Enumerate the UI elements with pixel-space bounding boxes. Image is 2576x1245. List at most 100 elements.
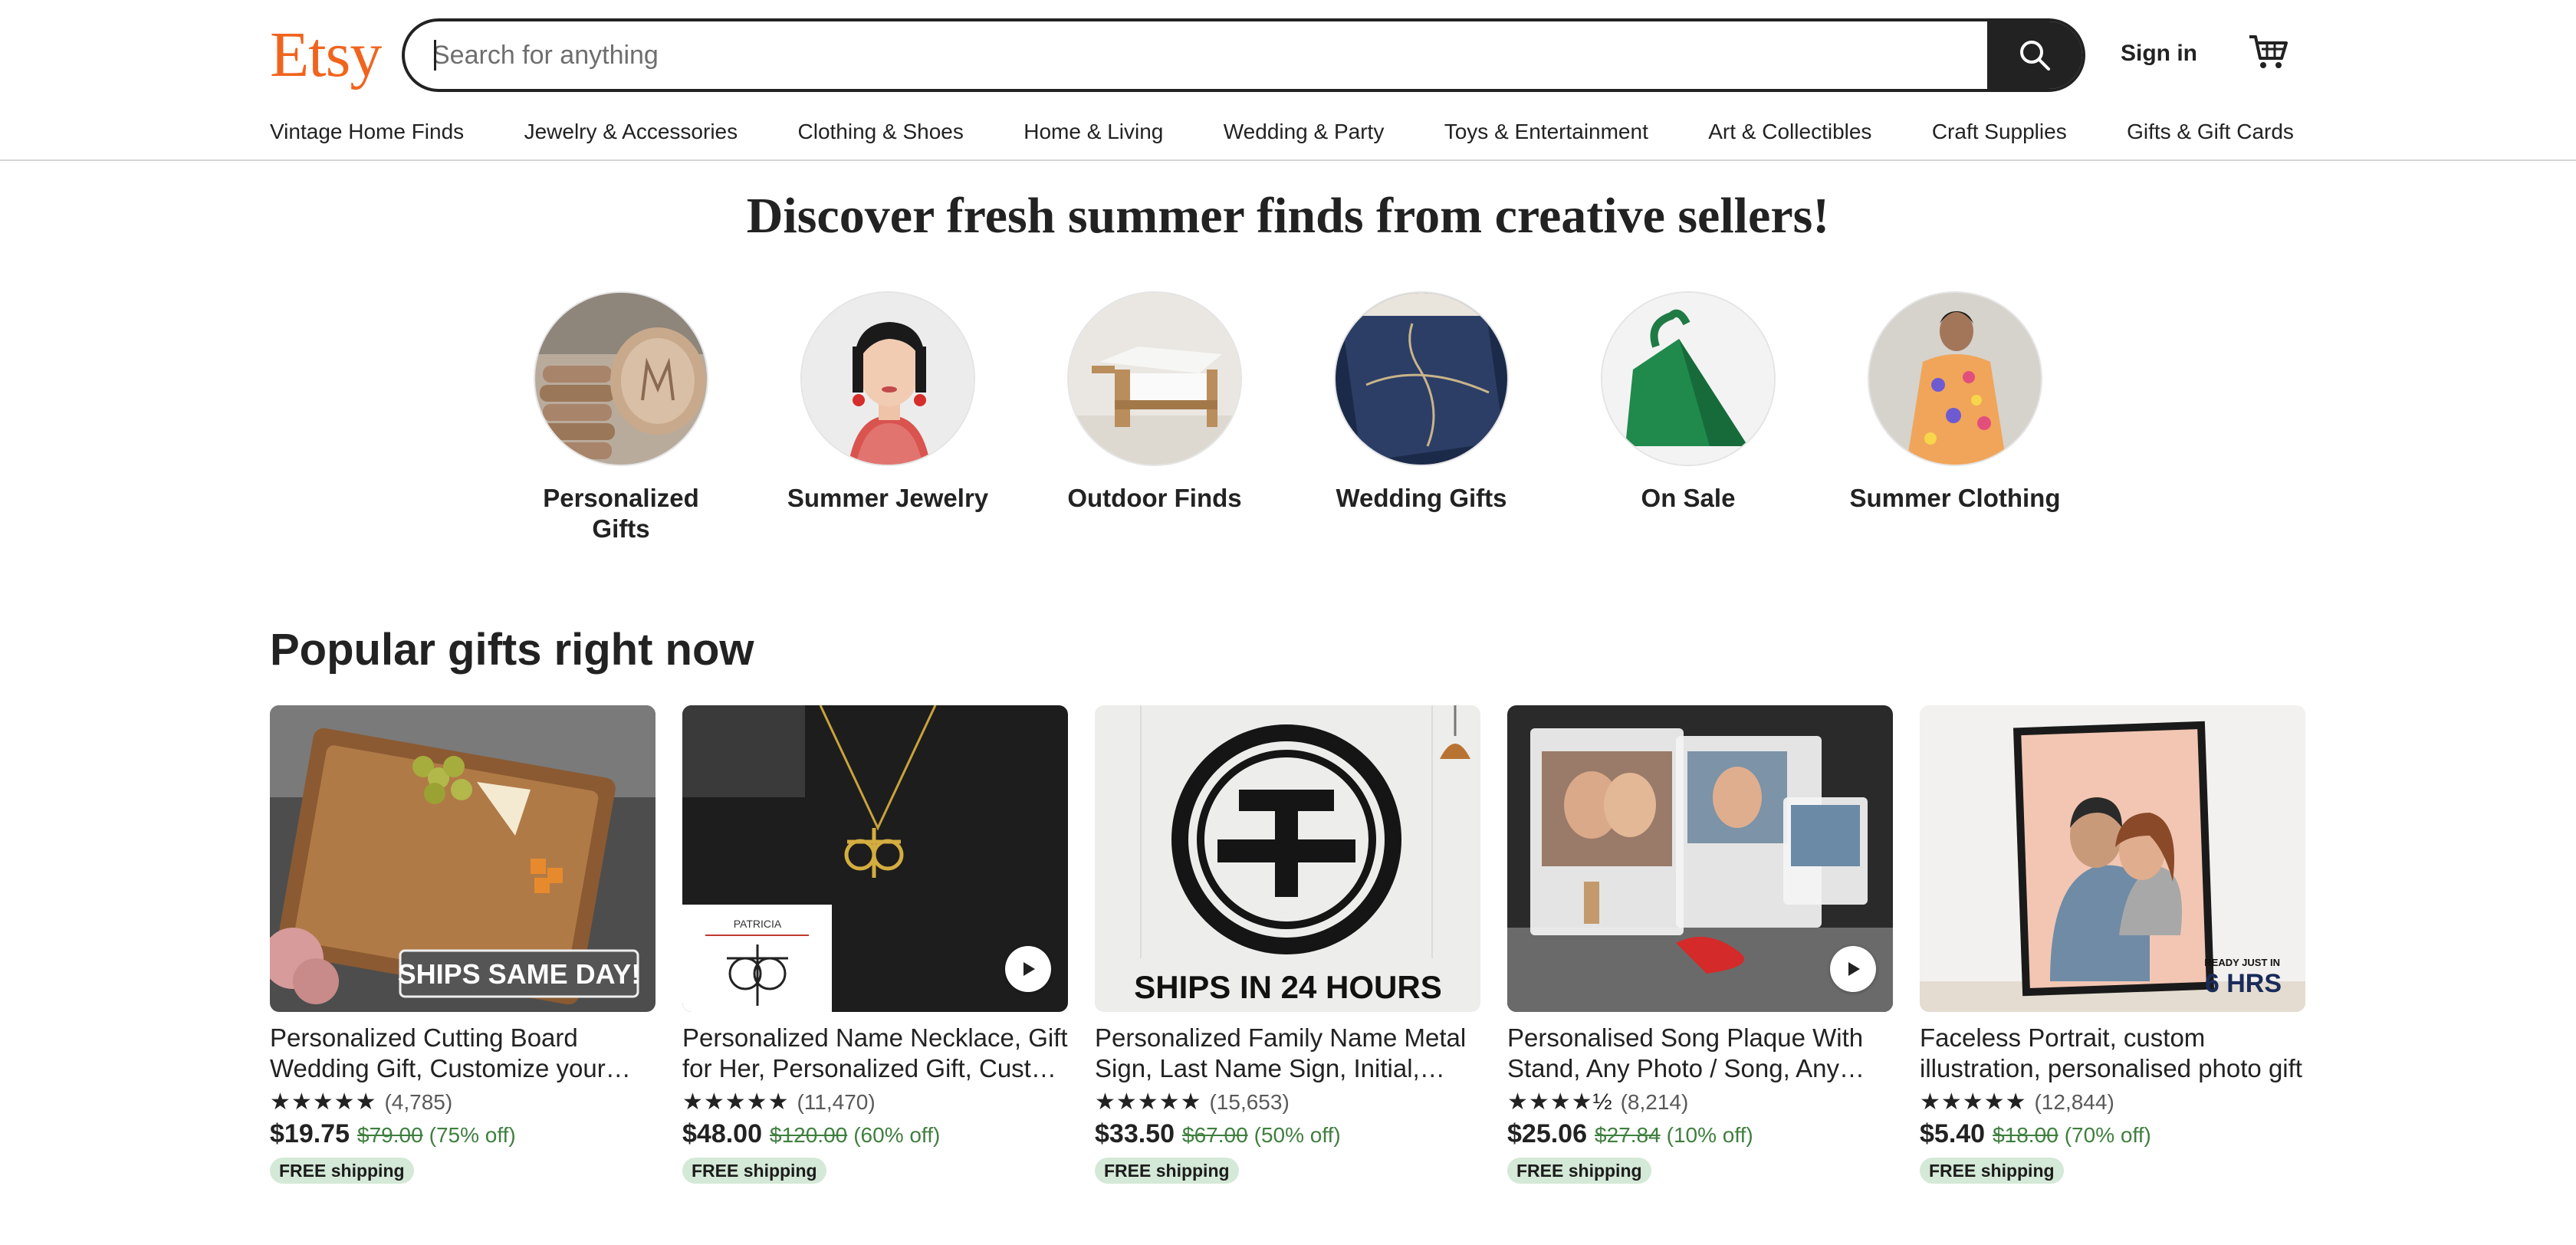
play-icon xyxy=(1024,962,1035,976)
circle-label: Personalized Gifts xyxy=(543,484,699,543)
nav-toys-entertainment[interactable]: Toys & Entertainment xyxy=(1444,117,1648,147)
product-image[interactable] xyxy=(1507,705,1893,1012)
product-image[interactable]: READY JUST IN 6 HRS xyxy=(1920,705,2305,1012)
review-count: (4,785) xyxy=(384,1090,453,1114)
sale-price: $33.50 xyxy=(1095,1119,1175,1148)
sign-in-link[interactable]: Sign in xyxy=(2121,38,2197,69)
search-button[interactable] xyxy=(1987,21,2082,89)
circle-label: Summer Clothing xyxy=(1849,484,2061,512)
product-image[interactable]: SHIPS IN 24 HOURS xyxy=(1095,705,1480,1012)
free-shipping-badge: FREE shipping xyxy=(1920,1158,2064,1184)
circle-on-sale[interactable]: On Sale xyxy=(1581,291,1796,514)
discount-percent: (10% off) xyxy=(1666,1123,1753,1147)
product-image-text: PATRICIA xyxy=(734,918,782,930)
product-rating: ★★★★★ (4,785) xyxy=(270,1089,656,1116)
category-nav: Vintage Home Finds Jewelry & Accessories… xyxy=(270,117,2294,147)
search-icon xyxy=(2020,41,2050,71)
popular-gifts-title: Popular gifts right now xyxy=(270,625,754,675)
nav-gifts-gift-cards[interactable]: Gifts & Gift Cards xyxy=(2127,117,2294,147)
product-card[interactable]: PATRICIA Personalized Name Necklace, Gif… xyxy=(682,705,1068,1184)
nav-art-collectibles[interactable]: Art & Collectibles xyxy=(1708,117,1871,147)
etsy-logo[interactable]: Etsy xyxy=(270,17,382,94)
free-shipping-badge: FREE shipping xyxy=(682,1158,826,1184)
star-rating: ★★★★½ xyxy=(1507,1089,1613,1115)
nav-clothing-shoes[interactable]: Clothing & Shoes xyxy=(798,117,964,147)
nav-vintage-home-finds[interactable]: Vintage Home Finds xyxy=(270,117,464,147)
sale-price: $5.40 xyxy=(1920,1119,1986,1148)
original-price: $18.00 xyxy=(1993,1123,2058,1147)
outdoor-finds-image xyxy=(1067,291,1242,466)
circle-label: Outdoor Finds xyxy=(1067,484,1242,512)
review-count: (15,653) xyxy=(1209,1090,1290,1114)
product-image[interactable]: SHIPS SAME DAY! xyxy=(270,705,656,1012)
discount-percent: (70% off) xyxy=(2064,1123,2151,1147)
review-count: (12,844) xyxy=(2034,1090,2114,1114)
summer-jewelry-image xyxy=(800,291,975,466)
review-count: (8,214) xyxy=(1620,1090,1689,1114)
product-rating: ★★★★½ (8,214) xyxy=(1507,1089,1893,1116)
nav-craft-supplies[interactable]: Craft Supplies xyxy=(1932,117,2067,147)
discount-percent: (60% off) xyxy=(853,1123,941,1147)
text-caret xyxy=(434,40,436,71)
product-rating: ★★★★★ (15,653) xyxy=(1095,1089,1480,1116)
product-card[interactable]: READY JUST IN 6 HRS Faceless Portrait, c… xyxy=(1920,705,2305,1184)
sale-price: $48.00 xyxy=(682,1119,762,1148)
search-input[interactable] xyxy=(405,21,1989,89)
star-rating: ★★★★★ xyxy=(1920,1089,2027,1115)
star-rating: ★★★★★ xyxy=(1095,1089,1202,1115)
svg-text:READY JUST IN: READY JUST IN xyxy=(2204,957,2280,968)
cart-icon[interactable] xyxy=(2246,29,2291,74)
product-image-text: SHIPS IN 24 HOURS xyxy=(1134,969,1441,1005)
star-rating: ★★★★★ xyxy=(682,1089,790,1115)
product-title[interactable]: Personalized Family Name Metal Sign, Las… xyxy=(1095,1023,1480,1084)
play-video-button[interactable] xyxy=(1830,946,1876,992)
product-card[interactable]: SHIPS IN 24 HOURS Personalized Family Na… xyxy=(1095,705,1480,1184)
circle-summer-clothing[interactable]: Summer Clothing xyxy=(1848,291,2062,514)
summer-clothing-image xyxy=(1868,291,2042,466)
sale-price: $19.75 xyxy=(270,1119,350,1148)
personalized-gifts-image xyxy=(534,291,708,466)
product-card[interactable]: Personalised Song Plaque With Stand, Any… xyxy=(1507,705,1893,1184)
circle-summer-jewelry[interactable]: Summer Jewelry xyxy=(780,291,995,514)
price-row: $19.75 $79.00 (75% off) xyxy=(270,1119,656,1153)
nav-jewelry-accessories[interactable]: Jewelry & Accessories xyxy=(524,117,738,147)
circle-wedding-gifts[interactable]: Wedding Gifts xyxy=(1314,291,1529,514)
product-rating: ★★★★★ (12,844) xyxy=(1920,1089,2305,1116)
circle-label: On Sale xyxy=(1641,484,1736,512)
price-row: $25.06 $27.84 (10% off) xyxy=(1507,1119,1893,1153)
play-icon xyxy=(1848,962,1860,976)
svg-text:6 HRS: 6 HRS xyxy=(2205,969,2282,998)
product-image[interactable]: PATRICIA xyxy=(682,705,1068,1012)
product-card[interactable]: SHIPS SAME DAY! Personalized Cutting Boa… xyxy=(270,705,656,1184)
circle-personalized-gifts[interactable]: Personalized Gifts xyxy=(514,291,728,544)
sale-price: $25.06 xyxy=(1507,1119,1587,1148)
product-title[interactable]: Faceless Portrait, custom illustration, … xyxy=(1920,1023,2305,1084)
product-rating: ★★★★★ (11,470) xyxy=(682,1089,1068,1116)
free-shipping-badge: FREE shipping xyxy=(270,1158,414,1184)
nav-home-living[interactable]: Home & Living xyxy=(1024,117,1163,147)
hero-title: Discover fresh summer finds from creativ… xyxy=(746,188,1830,244)
product-title[interactable]: Personalized Cutting Board Wedding Gift,… xyxy=(270,1023,656,1084)
site-header: Etsy Sign in Vintage Home Finds Jewelry … xyxy=(0,0,2576,161)
free-shipping-badge: FREE shipping xyxy=(1095,1158,1239,1184)
product-title[interactable]: Personalized Name Necklace, Gift for Her… xyxy=(682,1023,1068,1084)
discount-percent: (50% off) xyxy=(1254,1123,1341,1147)
popular-gifts-list: SHIPS SAME DAY! Personalized Cutting Boa… xyxy=(270,705,2306,1196)
original-price: $27.84 xyxy=(1595,1123,1661,1147)
product-image-text: SHIPS SAME DAY! xyxy=(398,958,641,990)
free-shipping-badge: FREE shipping xyxy=(1507,1158,1651,1184)
search-bar[interactable] xyxy=(402,18,2085,92)
on-sale-image xyxy=(1601,291,1776,466)
discount-percent: (75% off) xyxy=(429,1123,516,1147)
play-video-button[interactable] xyxy=(1005,946,1051,992)
original-price: $67.00 xyxy=(1182,1123,1248,1147)
original-price: $120.00 xyxy=(770,1123,848,1147)
nav-wedding-party[interactable]: Wedding & Party xyxy=(1224,117,1385,147)
price-row: $48.00 $120.00 (60% off) xyxy=(682,1119,1068,1153)
category-circles: Personalized Gifts Summer Jewelry Outdoo… xyxy=(0,291,2576,552)
price-row: $33.50 $67.00 (50% off) xyxy=(1095,1119,1480,1153)
circle-label: Wedding Gifts xyxy=(1336,484,1507,512)
original-price: $79.00 xyxy=(357,1123,423,1147)
circle-outdoor-finds[interactable]: Outdoor Finds xyxy=(1047,291,1262,514)
product-title[interactable]: Personalised Song Plaque With Stand, Any… xyxy=(1507,1023,1893,1084)
